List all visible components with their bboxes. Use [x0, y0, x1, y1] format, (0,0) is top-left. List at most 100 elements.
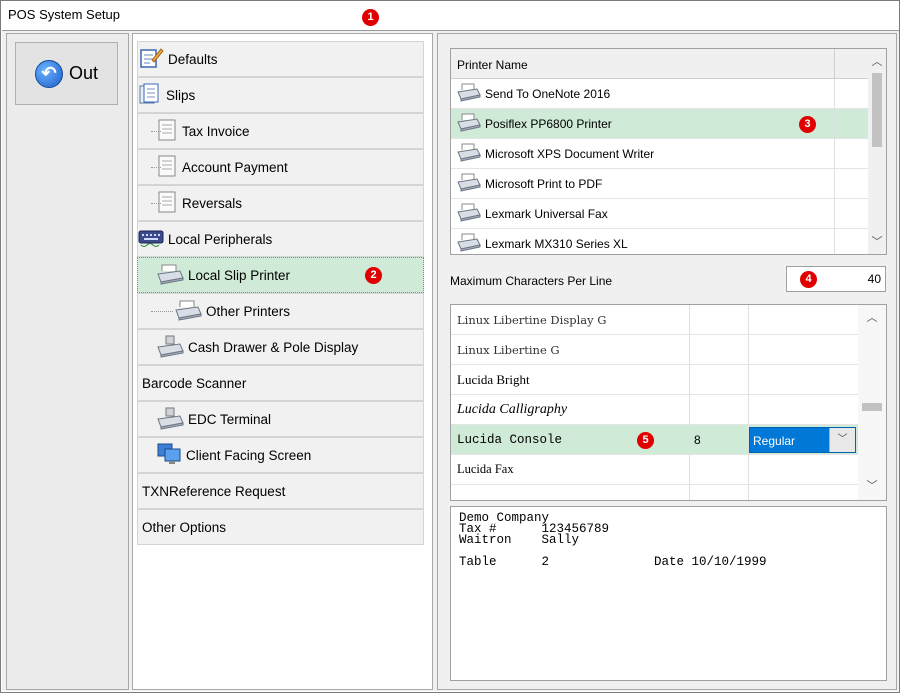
setup-body: ↶ Out Defaults Slips Tax Invoice Account… — [2, 30, 899, 691]
font-style-value: Regular — [753, 434, 796, 448]
printer-list-scrollbar[interactable]: ︿ ﹀ — [868, 49, 886, 254]
printer-row[interactable]: Lexmark MX310 Series XL — [451, 229, 869, 254]
printer-list-header: Printer Name — [451, 49, 869, 79]
font-row-selected[interactable]: Lucida Console 5 8 Regular ﹀ — [451, 425, 859, 455]
window-frame: POS System Setup 1 ↶ Out Defaults Slips … — [0, 0, 900, 693]
printer-icon — [457, 202, 481, 225]
settings-panel: Printer Name Send To OneNote 2016 Posifl… — [437, 33, 897, 690]
tree-item-local-peripherals[interactable]: Local Peripherals — [137, 221, 424, 257]
slip-preview: Demo Company Tax # 123456789 Waitron Sally… — [450, 506, 887, 681]
tree-item-slips[interactable]: Slips — [137, 77, 424, 113]
printer-icon — [457, 172, 481, 195]
tree-item-label: Local Slip Printer — [188, 267, 291, 283]
font-style-select[interactable]: Regular ﹀ — [749, 427, 856, 453]
settings-tree: Defaults Slips Tax Invoice Account Payme… — [132, 33, 433, 690]
printer-row[interactable]: Microsoft XPS Document Writer — [451, 139, 869, 169]
font-row-partial[interactable]: . . . . . . . . . — [451, 485, 859, 500]
tree-item-tax-invoice[interactable]: Tax Invoice — [137, 113, 424, 149]
left-strip: ↶ Out — [6, 33, 129, 690]
tree-item-label: Tax Invoice — [182, 123, 250, 139]
tree-item-local-slip-printer[interactable]: Local Slip Printer 2 — [137, 257, 424, 293]
tree-item-label: Local Peripherals — [168, 231, 273, 247]
printer-icon — [457, 142, 481, 165]
scroll-up-icon[interactable]: ︿ — [868, 53, 886, 71]
tree-item-label: Reversals — [182, 195, 243, 211]
tree-item-label: Cash Drawer & Pole Display — [188, 339, 359, 355]
font-name: Lucida Console — [457, 432, 563, 447]
font-row[interactable]: Linux Libertine Display G — [451, 305, 859, 335]
tree-item-account-payment[interactable]: Account Payment — [137, 149, 424, 185]
scroll-thumb[interactable] — [862, 403, 882, 411]
callout-marker-2: 2 — [365, 267, 382, 284]
font-name: Linux Libertine Display G — [457, 312, 607, 327]
tree-item-defaults[interactable]: Defaults — [137, 41, 424, 77]
document-stack-icon — [138, 82, 162, 109]
tree-item-label: Other Options — [142, 519, 227, 535]
printer-name-column-header[interactable]: Printer Name — [457, 58, 528, 72]
font-name: Lucida Fax — [457, 462, 514, 476]
tree-item-barcode-scanner[interactable]: Barcode Scanner — [137, 365, 424, 401]
printer-icon — [457, 232, 481, 254]
font-size-cell[interactable]: 8 — [694, 433, 701, 447]
back-arrow-icon: ↶ — [34, 59, 63, 88]
tree-scrollbar[interactable] — [429, 34, 432, 689]
out-button[interactable]: ↶ Out — [15, 42, 118, 105]
tree-item-label: Other Printers — [206, 303, 291, 319]
out-button-label: Out — [68, 63, 98, 83]
font-name: Lucida Calligraphy — [457, 401, 568, 417]
font-row[interactable]: Lucida Bright — [451, 365, 859, 395]
printer-row[interactable]: Microsoft Print to PDF — [451, 169, 869, 199]
title-bar: POS System Setup 1 — [2, 2, 898, 30]
preview-line: Waitron Sally — [459, 533, 580, 547]
tree-item-label: Barcode Scanner — [142, 375, 247, 391]
scroll-down-icon[interactable]: ﹀ — [858, 477, 886, 495]
tree-item-label: TXNReference Request — [142, 483, 286, 499]
callout-marker-5: 5 — [637, 432, 654, 449]
tree-item-txnreference-request[interactable]: TXNReference Request — [137, 473, 424, 509]
scroll-down-icon[interactable]: ﹀ — [868, 233, 886, 251]
tree-item-client-facing-screen[interactable]: Client Facing Screen — [137, 437, 424, 473]
printer-name: Lexmark Universal Fax — [485, 206, 608, 221]
printer-list: Printer Name Send To OneNote 2016 Posifl… — [450, 48, 887, 255]
callout-marker-3: 3 — [799, 116, 816, 133]
scroll-up-icon[interactable]: ︿ — [858, 309, 886, 327]
tree-item-label: Slips — [166, 87, 196, 103]
printer-name: Posiflex PP6800 Printer — [485, 116, 612, 131]
font-row[interactable]: Linux Libertine G — [451, 335, 859, 365]
font-list-scrollbar[interactable]: ︿ ﹀ — [858, 305, 886, 500]
font-name: Linux Libertine G — [457, 342, 560, 357]
chevron-down-icon[interactable]: ﹀ — [829, 428, 855, 452]
font-row[interactable]: Lucida Fax — [451, 455, 859, 485]
printer-name: Microsoft Print to PDF — [485, 176, 603, 191]
keyboard-icon — [138, 227, 164, 252]
tree-item-other-options[interactable]: Other Options — [137, 509, 424, 545]
printer-name: Send To OneNote 2016 — [485, 86, 611, 101]
printer-icon — [156, 262, 184, 289]
tree-item-other-printers[interactable]: Other Printers — [137, 293, 424, 329]
tree-item-label: Defaults — [168, 51, 218, 67]
terminal-icon — [156, 406, 184, 433]
callout-marker-1: 1 — [362, 9, 379, 26]
callout-marker-4: 4 — [800, 271, 817, 288]
edit-note-icon — [138, 45, 164, 74]
font-name: Lucida Bright — [457, 371, 530, 387]
printer-icon — [457, 82, 481, 105]
printer-row[interactable]: Lexmark Universal Fax — [451, 199, 869, 229]
printer-icon — [457, 112, 481, 135]
tree-item-label: EDC Terminal — [188, 411, 272, 427]
printer-row[interactable]: Send To OneNote 2016 — [451, 79, 869, 109]
tree-item-label: Account Payment — [182, 159, 288, 175]
monitor-icon — [156, 442, 182, 469]
printer-name: Microsoft XPS Document Writer — [485, 146, 655, 161]
scroll-thumb[interactable] — [872, 73, 882, 147]
tree-item-label: Client Facing Screen — [186, 447, 312, 463]
font-row[interactable]: Lucida Calligraphy — [451, 395, 859, 425]
max-chars-label: Maximum Characters Per Line — [450, 274, 613, 288]
tree-item-reversals[interactable]: Reversals — [137, 185, 424, 221]
printer-row[interactable]: Posiflex PP6800 Printer 3 — [451, 109, 869, 139]
printer-name: Lexmark MX310 Series XL — [485, 236, 628, 251]
tree-item-cash-drawer[interactable]: Cash Drawer & Pole Display — [137, 329, 424, 365]
tree-item-edc-terminal[interactable]: EDC Terminal — [137, 401, 424, 437]
font-list: Linux Libertine Display G Linux Libertin… — [450, 304, 887, 501]
cash-drawer-icon — [156, 334, 184, 361]
